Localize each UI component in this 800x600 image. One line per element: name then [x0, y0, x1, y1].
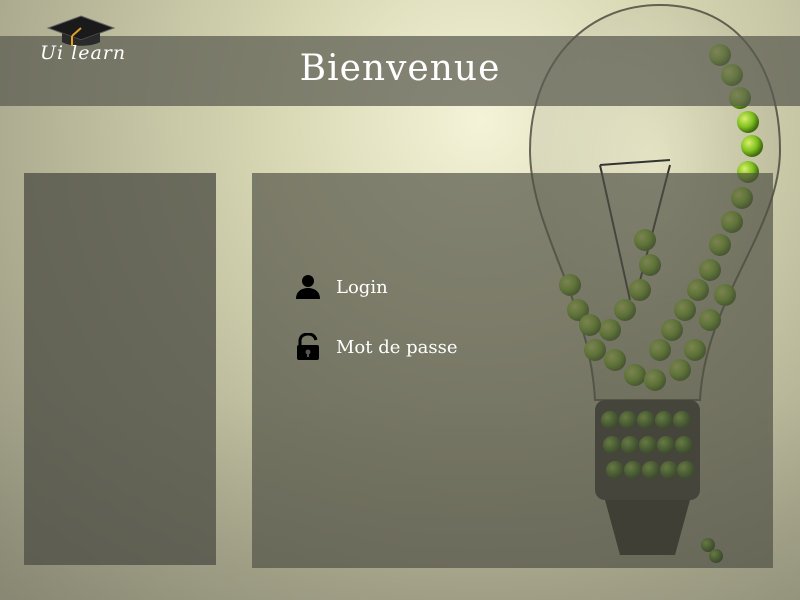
- login-label: Login: [336, 276, 388, 298]
- login-panel: Login Mot de passe: [252, 173, 773, 568]
- password-field[interactable]: Mot de passe: [294, 333, 458, 361]
- password-label: Mot de passe: [336, 336, 458, 358]
- user-icon: [296, 275, 320, 299]
- left-panel: [24, 173, 216, 565]
- unlock-icon: [297, 333, 319, 360]
- page-title: Bienvenue: [299, 48, 501, 89]
- login-field[interactable]: Login: [294, 273, 388, 301]
